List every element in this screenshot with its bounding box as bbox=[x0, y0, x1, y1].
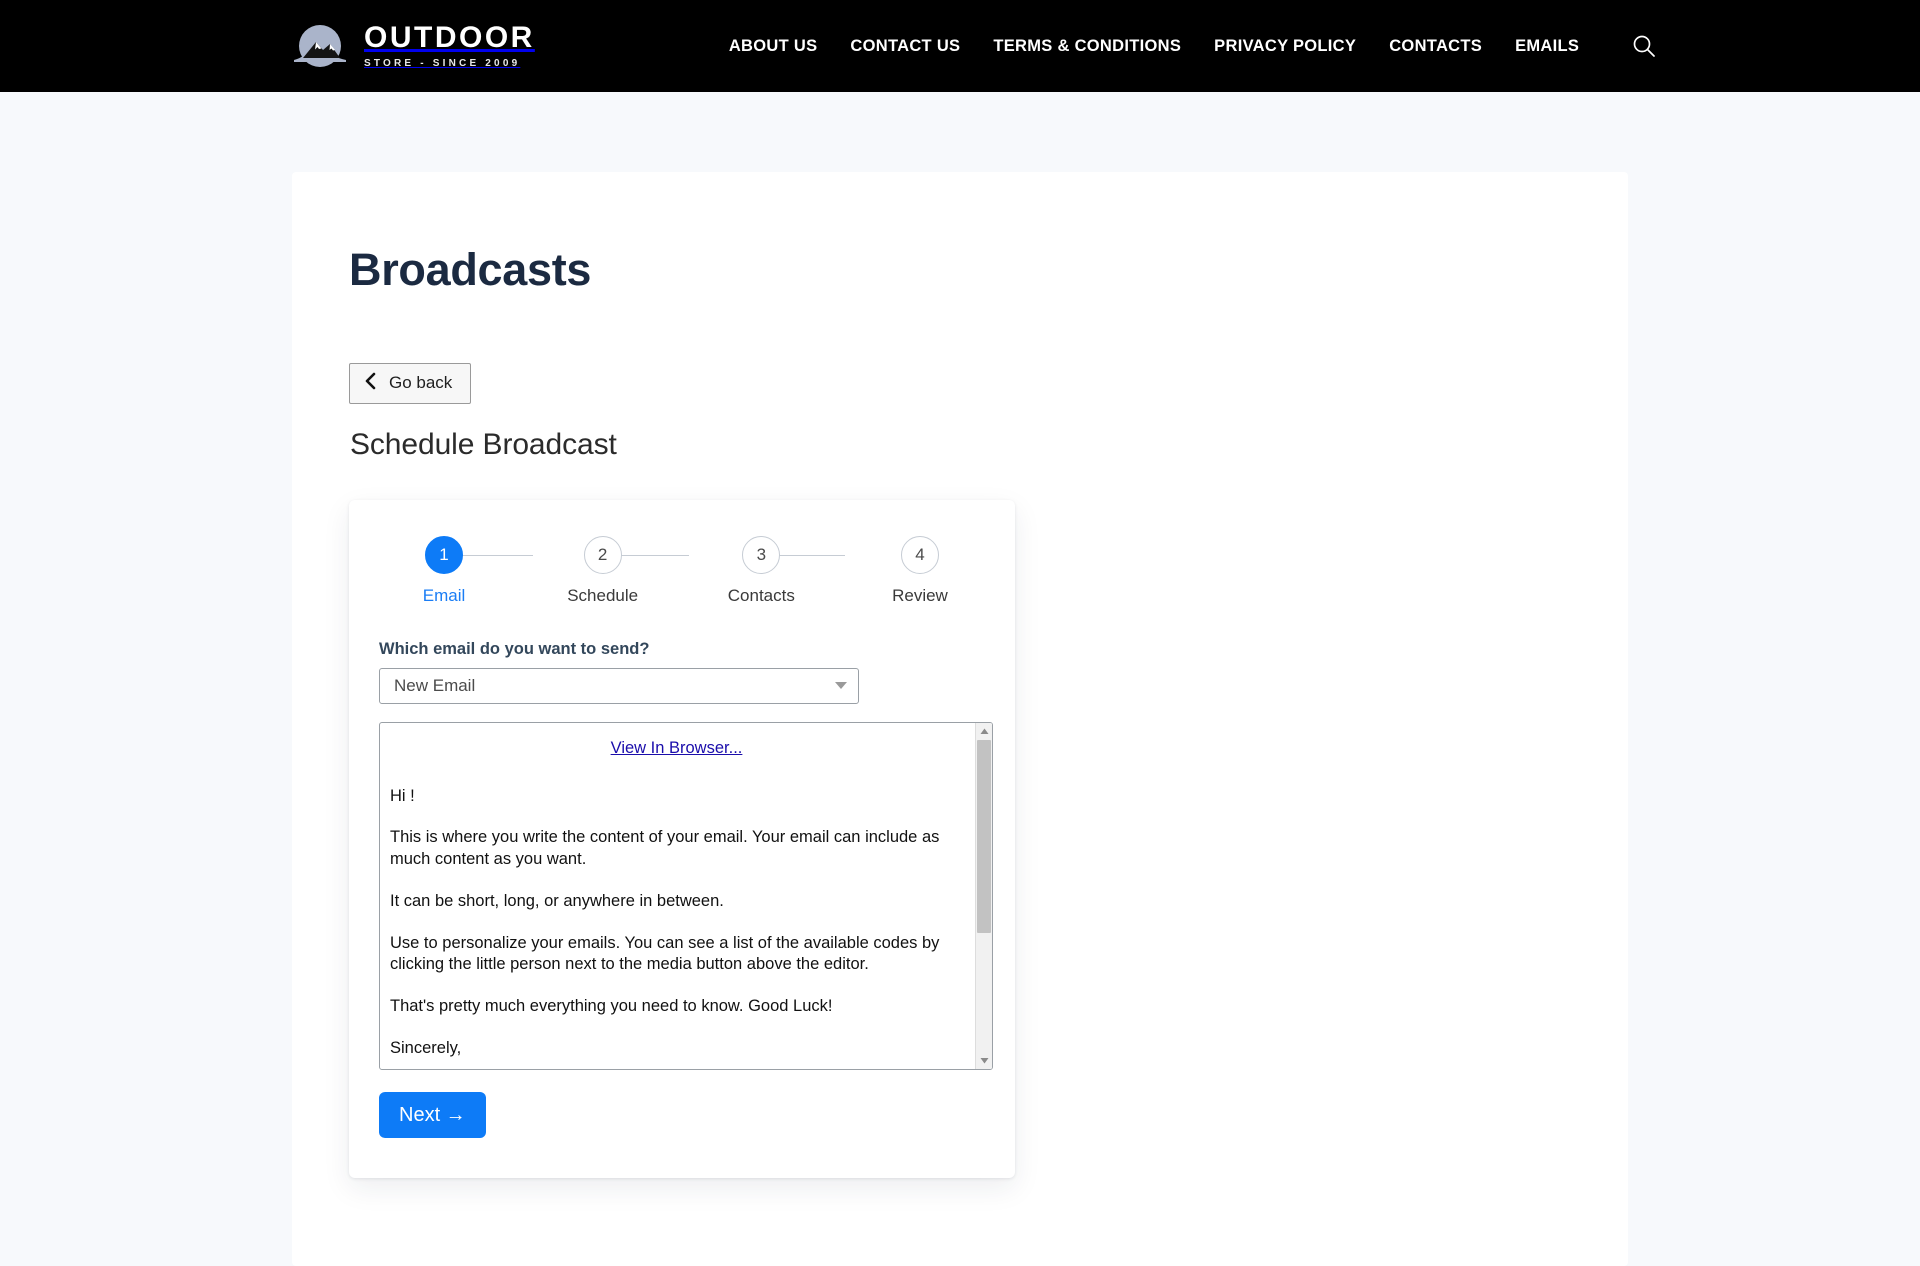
section-title: Schedule Broadcast bbox=[350, 427, 617, 461]
email-signoff: Sincerely, bbox=[390, 1039, 462, 1058]
nav-item-privacy-policy[interactable]: PRIVACY POLICY bbox=[1214, 37, 1356, 56]
scroll-down-arrow-icon[interactable] bbox=[975, 1051, 992, 1069]
brand-logo-link[interactable]: OUTDOOR STORE - SINCE 2009 bbox=[292, 18, 535, 74]
stepper-step-contacts-label: Contacts bbox=[727, 585, 795, 605]
email-preview-scrollbar[interactable] bbox=[975, 722, 992, 1069]
stepper-step-email-label: Email bbox=[422, 585, 466, 605]
content-panel: Broadcasts Go back Schedule Broadcast 1 … bbox=[292, 172, 1628, 1266]
nav-item-about-us[interactable]: ABOUT US bbox=[729, 37, 818, 56]
email-select-label: Which email do you want to send? bbox=[379, 639, 650, 658]
nav-item-emails[interactable]: EMAILS bbox=[1515, 37, 1579, 56]
stepper-step-review-number: 4 bbox=[900, 535, 939, 574]
scrollbar-thumb[interactable] bbox=[976, 739, 991, 934]
scroll-up-arrow-icon[interactable] bbox=[975, 722, 992, 740]
view-in-browser-row: View In Browser... bbox=[390, 738, 963, 760]
schedule-broadcast-card: 1 Email 2 Schedule 3 Contacts 4 Review W… bbox=[349, 499, 1015, 1178]
wizard-stepper: 1 Email 2 Schedule 3 Contacts 4 Review bbox=[379, 535, 985, 606]
stepper-step-schedule-label: Schedule bbox=[567, 585, 639, 605]
email-greeting: Hi ! bbox=[390, 786, 415, 805]
scrollbar-track[interactable] bbox=[975, 739, 992, 1052]
stepper-step-review-label: Review bbox=[892, 585, 948, 605]
stepper-step-schedule-number: 2 bbox=[583, 535, 622, 574]
stepper-step-review[interactable]: 4 Review bbox=[877, 535, 963, 606]
email-preview-content: View In Browser... Hi ! This is where yo… bbox=[380, 723, 975, 1069]
go-back-button[interactable]: Go back bbox=[349, 362, 472, 404]
nav-item-contact-us[interactable]: CONTACT US bbox=[850, 37, 960, 56]
site-header: OUTDOOR STORE - SINCE 2009 ABOUT US CONT… bbox=[0, 0, 1920, 92]
stepper-step-schedule[interactable]: 2 Schedule bbox=[560, 535, 646, 606]
stepper-step-contacts[interactable]: 3 Contacts bbox=[718, 535, 804, 606]
next-button[interactable]: Next → bbox=[379, 1091, 486, 1138]
email-select-value: New Email bbox=[394, 675, 476, 695]
email-paragraph-3: Use to personalize your emails. You can … bbox=[390, 933, 940, 974]
wizard-wrapper: Go back Schedule Broadcast 1 Email 2 Sch… bbox=[292, 295, 1628, 1178]
view-in-browser-link[interactable]: View In Browser... bbox=[611, 739, 743, 757]
page-background: Broadcasts Go back Schedule Broadcast 1 … bbox=[0, 92, 1920, 1266]
email-select[interactable]: New Email bbox=[379, 667, 859, 704]
main-navigation: ABOUT US CONTACT US TERMS & CONDITIONS P… bbox=[729, 37, 1579, 56]
chevron-down-icon bbox=[835, 682, 847, 690]
stepper-step-email[interactable]: 1 Email bbox=[401, 535, 487, 606]
brand-text: OUTDOOR STORE - SINCE 2009 bbox=[364, 23, 535, 69]
stepper-step-email-number: 1 bbox=[425, 535, 463, 574]
page-title: Broadcasts bbox=[349, 244, 592, 295]
chevron-left-icon bbox=[364, 372, 377, 395]
stepper-step-contacts-number: 3 bbox=[742, 535, 781, 574]
email-paragraph-1: This is where you write the content of y… bbox=[390, 828, 940, 869]
mountain-circle-logo-icon bbox=[292, 18, 348, 74]
brand-subtitle: STORE - SINCE 2009 bbox=[364, 58, 521, 69]
email-preview-box[interactable]: View In Browser... Hi ! This is where yo… bbox=[379, 721, 993, 1070]
email-paragraph-4: That's pretty much everything you need t… bbox=[390, 997, 833, 1016]
nav-item-terms-conditions[interactable]: TERMS & CONDITIONS bbox=[993, 37, 1181, 56]
email-paragraph-2: It can be short, long, or anywhere in be… bbox=[390, 891, 724, 910]
brand-title: OUTDOOR bbox=[364, 21, 535, 54]
nav-item-contacts[interactable]: CONTACTS bbox=[1389, 37, 1482, 56]
search-icon[interactable] bbox=[1629, 31, 1659, 61]
go-back-label: Go back bbox=[389, 373, 453, 392]
